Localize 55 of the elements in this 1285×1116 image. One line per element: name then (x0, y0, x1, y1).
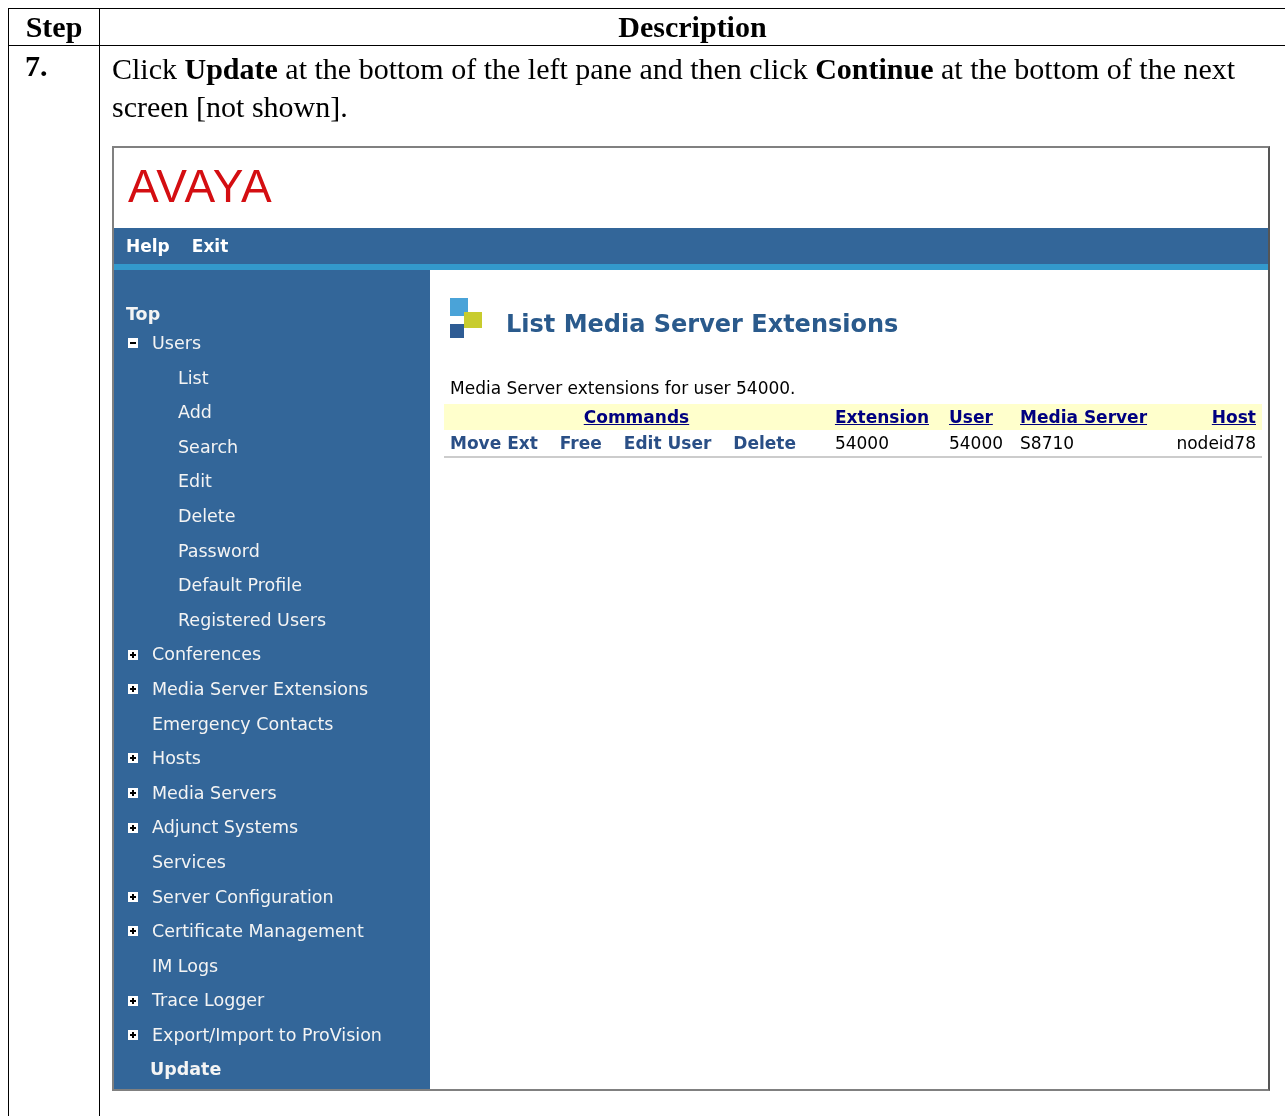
expand-icon[interactable] (128, 1030, 138, 1041)
collapse-icon[interactable] (128, 338, 138, 349)
page-title: List Media Server Extensions (506, 310, 899, 338)
sidebar-item[interactable]: Server Configuration (152, 879, 334, 915)
sidebar-item[interactable]: Hosts (152, 741, 201, 776)
sidebar-item[interactable]: Edit (178, 464, 212, 499)
table-cell: S8710 (1020, 433, 1075, 453)
instruction-text: Click Update at the bottom of the left pane and then click Continue at the bottom of the next screen [not shown]. (112, 51, 1237, 125)
logo: AVAYA (128, 160, 273, 212)
sidebar-item[interactable]: Media Server Extensions (152, 671, 369, 707)
expand-icon[interactable] (128, 684, 138, 695)
command-link[interactable]: Move Ext (450, 433, 538, 453)
expand-icon[interactable] (128, 753, 138, 764)
sidebar-item[interactable]: Top (114, 302, 430, 326)
column-header[interactable]: Media Server (1014, 404, 1164, 430)
column-header: Description (617, 9, 768, 45)
sidebar-item[interactable]: Delete (178, 498, 236, 534)
sidebar-item[interactable]: Emergency Contacts (152, 706, 334, 742)
nav-link[interactable]: Help (126, 236, 170, 256)
command-link[interactable]: Free (559, 433, 602, 453)
sidebar-item[interactable]: Trace Logger (152, 983, 265, 1018)
expand-icon[interactable] (128, 822, 138, 833)
sidebar-item[interactable]: Users (152, 326, 201, 361)
expand-icon[interactable] (128, 788, 138, 798)
table-cell: 54000 (834, 433, 889, 453)
command-link[interactable]: Delete (733, 433, 796, 453)
command-link[interactable]: Edit User (623, 433, 712, 453)
sidebar-item[interactable]: IM Logs (152, 948, 219, 984)
column-header: Step (9, 9, 100, 45)
subtitle-text: Media Server extensions for user 54000. (450, 378, 797, 398)
step-number: 7. (25, 48, 48, 84)
expand-icon[interactable] (128, 891, 138, 902)
sidebar-item[interactable]: Services (152, 844, 226, 880)
table-cell: nodeid78 (1176, 433, 1256, 453)
table-cell: 54000 (949, 433, 1004, 453)
sidebar-item[interactable]: Update (114, 1052, 430, 1088)
sidebar-item[interactable]: Password (178, 533, 260, 569)
sidebar-item[interactable]: Adjunct Systems (152, 810, 299, 845)
sidebar-item[interactable]: Certificate Management (152, 914, 364, 949)
sidebar-item[interactable]: Export/Import to ProVision (152, 1017, 382, 1053)
nav-link[interactable]: Exit (191, 236, 229, 256)
sidebar-item[interactable]: List (178, 360, 209, 396)
column-header[interactable]: User (943, 404, 1015, 430)
sidebar-item[interactable]: Media Servers (152, 775, 277, 811)
expand-icon[interactable] (128, 995, 138, 1006)
column-header[interactable]: Extension (828, 404, 943, 430)
sidebar-item[interactable]: Add (178, 395, 212, 430)
sidebar-item[interactable]: Search (178, 429, 239, 465)
sidebar-item[interactable]: Registered Users (178, 602, 327, 638)
column-header[interactable]: Host (1163, 404, 1262, 430)
expand-icon[interactable] (128, 926, 138, 937)
column-header[interactable]: Commands (444, 404, 829, 430)
sidebar-item[interactable]: Conferences (152, 637, 262, 672)
sidebar-item[interactable]: Default Profile (178, 568, 302, 603)
expand-icon[interactable] (128, 649, 138, 660)
